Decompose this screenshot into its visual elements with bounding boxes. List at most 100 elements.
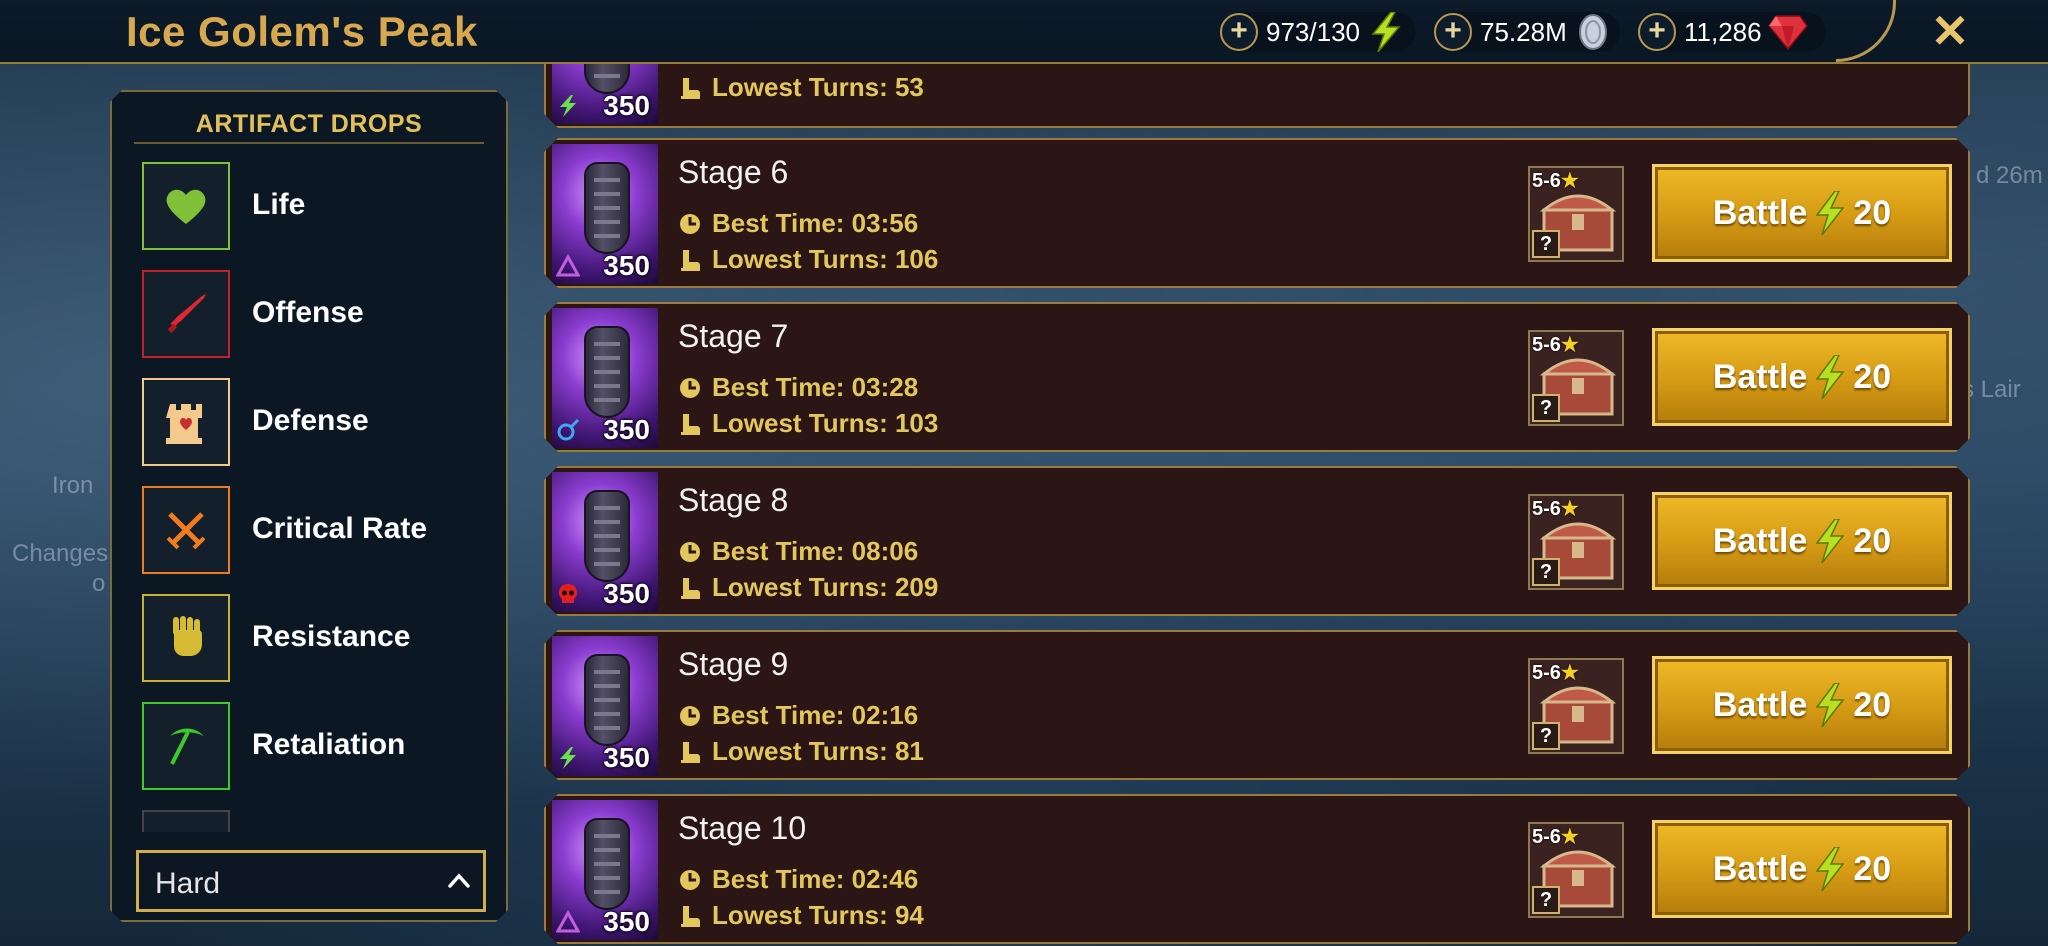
reward-chest[interactable]: 5-6★ ? <box>1528 658 1624 754</box>
battle-button[interactable]: Battle 20 <box>1652 492 1952 590</box>
golem-armor-icon <box>584 326 630 418</box>
best-time: Best Time: 03:28 <box>678 372 918 403</box>
golem-armor-icon <box>584 818 630 910</box>
sword-icon <box>142 270 230 358</box>
drop-item-resistance[interactable]: Resistance <box>142 594 472 682</box>
heart-icon <box>142 162 230 250</box>
force-affinity-icon <box>556 94 580 118</box>
reward-chest[interactable]: 5-6★ ? <box>1528 166 1624 262</box>
chest-question-mark: ? <box>1532 394 1560 422</box>
clock-icon <box>678 212 702 236</box>
silver-counter: + 75.28M <box>1434 12 1620 52</box>
energy-value: 973/130 <box>1266 16 1360 47</box>
golem-armor-icon <box>584 654 630 746</box>
boss-portrait: 350 <box>552 472 658 612</box>
drop-label: Critical Rate <box>252 512 428 545</box>
silver-value: 75.28M <box>1480 16 1567 47</box>
energy-bolt-icon <box>1813 191 1847 235</box>
stage-list[interactable]: 350 Lowest Turns: 53 ? 350 Stage 6 Best … <box>540 64 1970 946</box>
reward-chest[interactable]: 5-6★ ? <box>1528 822 1624 918</box>
best-time: Best Time: 08:06 <box>678 536 918 567</box>
boss-portrait: 350 <box>552 800 658 940</box>
bg-label-changes: Changes <box>12 540 109 567</box>
stage-name: Stage 8 <box>678 482 789 518</box>
bg-label-timer: d 26m <box>1976 162 2043 189</box>
drop-item-retaliation[interactable]: Retaliation <box>142 702 472 790</box>
add-silver-button[interactable]: + <box>1434 13 1472 51</box>
drop-item-critical-rate[interactable]: Critical Rate <box>142 486 472 574</box>
tower-icon <box>142 378 230 466</box>
chest-tier: 5-6★ <box>1532 498 1579 520</box>
magic-affinity-icon <box>556 254 580 278</box>
boss-portrait: 350 <box>552 308 658 448</box>
lowest-turns: Lowest Turns: 103 <box>678 408 938 439</box>
chest-question-mark: ? <box>1532 558 1560 586</box>
drop-item-offense[interactable]: Offense <box>142 270 472 358</box>
clock-icon <box>678 704 702 728</box>
battle-button[interactable]: Battle 20 <box>1652 656 1952 754</box>
boot-icon <box>678 904 702 928</box>
energy-bolt-icon <box>1813 519 1847 563</box>
energy-bolt-icon <box>1813 683 1847 727</box>
stage-power: 350 <box>603 90 650 121</box>
battle-button[interactable]: Battle 20 <box>1652 820 1952 918</box>
stage-name: Stage 9 <box>678 646 789 682</box>
add-energy-button[interactable]: + <box>1220 13 1258 51</box>
best-time: Best Time: 02:16 <box>678 700 918 731</box>
panel-title: ARTIFACT DROPS <box>195 110 423 138</box>
gem-icon <box>1767 12 1808 52</box>
stage-power: 350 <box>603 906 650 937</box>
chest-tier: 5-6★ <box>1532 170 1579 192</box>
chevron-up-icon <box>447 871 471 894</box>
clock-icon <box>678 540 702 564</box>
energy-bolt-icon <box>1366 12 1406 52</box>
stage-name: Stage 6 <box>678 154 789 190</box>
reward-chest[interactable]: 5-6★ ? <box>1528 330 1624 426</box>
force-affinity-icon <box>556 746 580 770</box>
battle-button[interactable]: Battle 20 <box>1652 328 1952 426</box>
void-skull-icon <box>556 582 580 606</box>
lowest-turns: Lowest Turns: 53 <box>678 72 924 103</box>
drop-label: Life <box>252 188 306 221</box>
drop-label: Defense <box>252 404 369 437</box>
corner-ornament <box>1836 0 1896 62</box>
boss-portrait: 350 <box>552 144 658 284</box>
golem-armor-icon <box>584 490 630 582</box>
chest-question-mark: ? <box>1532 886 1560 914</box>
chest-question-mark: ? <box>1532 722 1560 750</box>
silver-coin-icon <box>1573 12 1613 52</box>
golem-armor-icon <box>584 162 630 254</box>
lowest-turns: Lowest Turns: 106 <box>678 244 938 275</box>
boot-icon <box>678 248 702 272</box>
difficulty-select[interactable]: Hard <box>136 850 486 912</box>
lowest-turns: Lowest Turns: 209 <box>678 572 938 603</box>
lowest-turns: Lowest Turns: 94 <box>678 900 924 931</box>
next-drop-icon <box>142 810 230 832</box>
battle-button[interactable]: Battle 20 <box>1652 164 1952 262</box>
bg-label-iron: Iron <box>52 472 94 499</box>
chest-tier: 5-6★ <box>1532 826 1579 848</box>
close-button[interactable]: ✕ <box>1925 6 1975 56</box>
stage-row: 350 Lowest Turns: 53 ? <box>544 64 1970 128</box>
add-gems-button[interactable]: + <box>1638 13 1676 51</box>
bg-label-o: o <box>92 570 106 597</box>
drop-item-life[interactable]: Life <box>142 162 472 250</box>
stage-name: Stage 10 <box>678 810 807 846</box>
gems-value: 11,286 <box>1684 16 1762 47</box>
spirit-affinity-icon <box>556 418 580 442</box>
stage-power: 350 <box>603 578 650 609</box>
panel-divider <box>134 142 484 144</box>
drop-item-defense[interactable]: Defense <box>142 378 472 466</box>
boot-icon <box>678 740 702 764</box>
drop-label: Resistance <box>252 620 411 653</box>
drop-label: Retaliation <box>252 728 406 761</box>
page-title: Ice Golem's Peak <box>126 8 478 55</box>
reward-chest[interactable]: 5-6★ ? <box>1528 494 1624 590</box>
top-bar: Ice Golem's Peak + 973/130 + 75.28M + 11… <box>0 0 2048 64</box>
difficulty-value: Hard <box>155 867 221 900</box>
gems-counter: + 11,286 <box>1638 12 1826 52</box>
artifact-drops-panel: ARTIFACT DROPS Life Offense Defense Crit… <box>110 90 508 922</box>
boot-icon <box>678 76 702 100</box>
stage-power: 350 <box>603 742 650 773</box>
lowest-turns: Lowest Turns: 81 <box>678 736 924 767</box>
